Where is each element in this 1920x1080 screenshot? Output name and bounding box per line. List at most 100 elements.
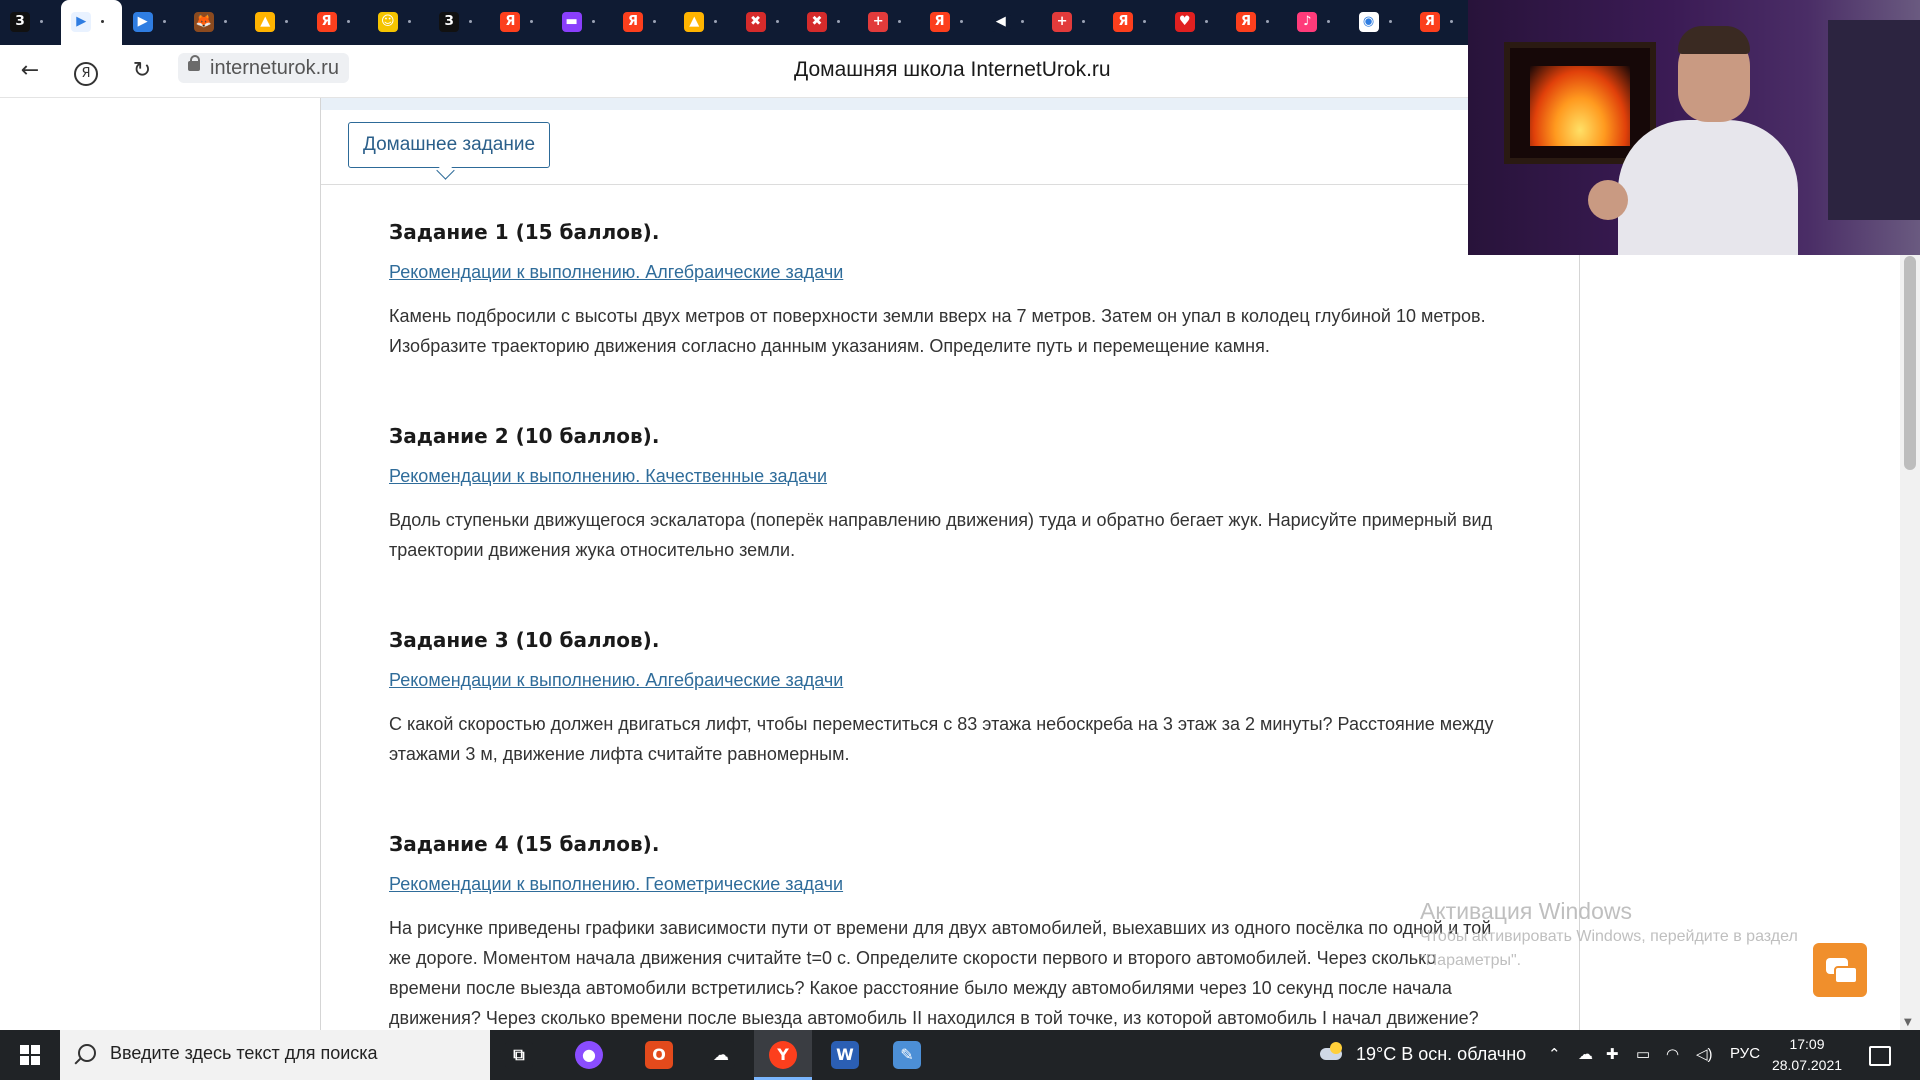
page-scrollbar[interactable]: ▼	[1900, 156, 1920, 1030]
tab-favicon-icon: Я	[929, 12, 950, 32]
fire	[1530, 66, 1630, 146]
task-1: Задание 1 (15 баллов). Рекомендации к вы…	[389, 220, 1509, 361]
windows-logo-icon	[20, 1056, 29, 1065]
tab-favicon-icon: ♪	[1297, 12, 1318, 32]
clock[interactable]: 17:09 28.07.2021	[1770, 1034, 1844, 1076]
divider	[321, 184, 1579, 185]
tab-favicon-icon: ☺	[377, 12, 398, 32]
task-title: Задание 1 (15 баллов).	[389, 220, 660, 244]
tab-dot-icon	[1449, 20, 1453, 23]
browser-tab[interactable]: ✖	[736, 0, 797, 45]
browser-tab[interactable]: Я	[490, 0, 551, 45]
browser-tab[interactable]: Я	[1226, 0, 1287, 45]
browser-tab[interactable]: Я	[613, 0, 674, 45]
tab-dot-icon	[591, 20, 595, 23]
tab-dot-icon	[653, 20, 656, 23]
browser-tab[interactable]: ◉	[1349, 0, 1410, 45]
browser-tab[interactable]: ♥	[1165, 0, 1226, 45]
office-icon: O	[645, 1041, 673, 1069]
watermark-title: Активация Windows	[1420, 898, 1632, 924]
reload-icon[interactable]: ↻	[128, 57, 156, 85]
taskbar-app-alice[interactable]: ●	[560, 1030, 618, 1080]
windows-logo-icon	[31, 1056, 40, 1065]
card-top-strip	[321, 98, 1579, 110]
browser-tab[interactable]: Я	[307, 0, 368, 45]
back-arrow-icon[interactable]: ←	[16, 57, 44, 85]
browser-tab[interactable]: ♪	[1287, 0, 1348, 45]
cloud-sync-icon[interactable]: ☁	[1578, 1045, 1593, 1063]
browser-tab[interactable]: ▶	[61, 0, 123, 45]
browser-tab[interactable]: З	[429, 0, 490, 45]
tab-dot-icon	[1388, 20, 1392, 23]
tab-favicon-icon: Я	[500, 12, 521, 32]
scroll-thumb[interactable]	[1904, 256, 1916, 470]
task-recommendation-link[interactable]: Рекомендации к выполнению. Алгебраически…	[389, 670, 843, 691]
start-button[interactable]	[0, 1030, 60, 1080]
yandex-home-icon[interactable]: Я	[72, 57, 100, 86]
browser-tab[interactable]: ▲	[674, 0, 735, 45]
tab-dot-icon	[714, 20, 718, 23]
tab-favicon-icon: ▲	[255, 12, 276, 32]
gift-icon[interactable]: ✚	[1606, 1045, 1619, 1063]
browser-tab[interactable]: ▬	[552, 0, 613, 45]
taskbar-app-onedrive[interactable]: ☁	[692, 1030, 750, 1080]
tab-dot-icon	[1204, 20, 1208, 23]
browser-tab[interactable]: ◀	[981, 0, 1042, 45]
tab-favicon-icon: Я	[1113, 12, 1134, 32]
tab-favicon-icon: 🦊	[193, 12, 214, 32]
taskbar-app-office[interactable]: O	[630, 1030, 688, 1080]
tab-favicon-icon: З	[10, 12, 30, 32]
person-hand	[1588, 180, 1628, 220]
tab-favicon-icon: З	[439, 12, 460, 32]
homework-tab[interactable]: Домашнее задание	[348, 122, 551, 168]
taskbar-app-task-view[interactable]: ⧉	[490, 1030, 548, 1080]
chat-button[interactable]	[1813, 943, 1867, 997]
taskbar-search[interactable]: Введите здесь текст для поиска	[60, 1030, 490, 1080]
task-recommendation-link[interactable]: Рекомендации к выполнению. Алгебраически…	[389, 262, 843, 283]
task-title: Задание 4 (15 баллов).	[389, 832, 660, 856]
url-field[interactable]: interneturok.ru	[178, 53, 349, 83]
task-recommendation-link[interactable]: Рекомендации к выполнению. Качественные …	[389, 466, 827, 487]
weather-text[interactable]: 19°C В осн. облачно	[1356, 1044, 1526, 1065]
task-text: С какой скоростью должен двигаться лифт,…	[389, 714, 1494, 764]
tab-favicon-icon: ▬	[561, 12, 582, 32]
browser-tab[interactable]: +	[1042, 0, 1103, 45]
browser-tab[interactable]: Я	[1410, 0, 1471, 45]
browser-tab[interactable]: Я	[1103, 0, 1164, 45]
browser-tab[interactable]: +	[858, 0, 919, 45]
wifi-icon[interactable]: ◠	[1666, 1045, 1679, 1063]
taskbar-app-yandex-browser[interactable]: Y	[754, 1030, 812, 1080]
browser-tab[interactable]: ▲	[245, 0, 306, 45]
browser-tab[interactable]: ☺	[368, 0, 429, 45]
tab-dot-icon	[1020, 20, 1024, 23]
paint-icon: ✎	[893, 1041, 921, 1069]
browser-tab[interactable]: Я	[920, 0, 981, 45]
task-recommendation-link[interactable]: Рекомендации к выполнению. Геометрически…	[389, 874, 843, 895]
tab-dot-icon	[836, 20, 840, 23]
tab-favicon-icon: Я	[1236, 12, 1256, 32]
task-text: Камень подбросили с высоты двух метров о…	[389, 306, 1486, 356]
browser-tab[interactable]: З	[0, 0, 61, 45]
clock-date: 28.07.2021	[1771, 1057, 1843, 1073]
volume-icon[interactable]: ◁)	[1696, 1045, 1713, 1063]
notifications-icon[interactable]	[1869, 1046, 1891, 1066]
tab-dot-icon	[40, 20, 43, 23]
tab-favicon-icon: ◉	[1358, 12, 1379, 32]
taskbar-app-word[interactable]: W	[816, 1030, 874, 1080]
browser-tab[interactable]: ▶	[123, 0, 184, 45]
browser-tab[interactable]: ✖	[797, 0, 858, 45]
windows-activation-watermark: Активация Windows Чтобы активировать Win…	[1420, 898, 1798, 973]
language-indicator[interactable]: РУС	[1730, 1045, 1760, 1062]
taskbar-app-paint[interactable]: ✎	[878, 1030, 936, 1080]
watermark-line-2: "Параметры".	[1420, 952, 1522, 969]
task-3: Задание 3 (10 баллов). Рекомендации к вы…	[389, 628, 1509, 769]
scroll-down-arrow-icon[interactable]: ▼	[1904, 1017, 1912, 1028]
tab-dot-icon	[1143, 20, 1147, 23]
tab-favicon-icon: ♥	[1174, 12, 1195, 32]
tab-dot-icon	[530, 20, 534, 23]
tab-dot-icon	[101, 20, 105, 23]
show-hidden-icons-icon[interactable]: ⌃	[1548, 1045, 1561, 1063]
battery-icon[interactable]: ▭	[1636, 1045, 1650, 1063]
browser-tab[interactable]: 🦊	[184, 0, 245, 45]
windows-taskbar: Введите здесь текст для поиска ⧉ ● O ☁ Y W ✎ 1…	[0, 1030, 1920, 1080]
